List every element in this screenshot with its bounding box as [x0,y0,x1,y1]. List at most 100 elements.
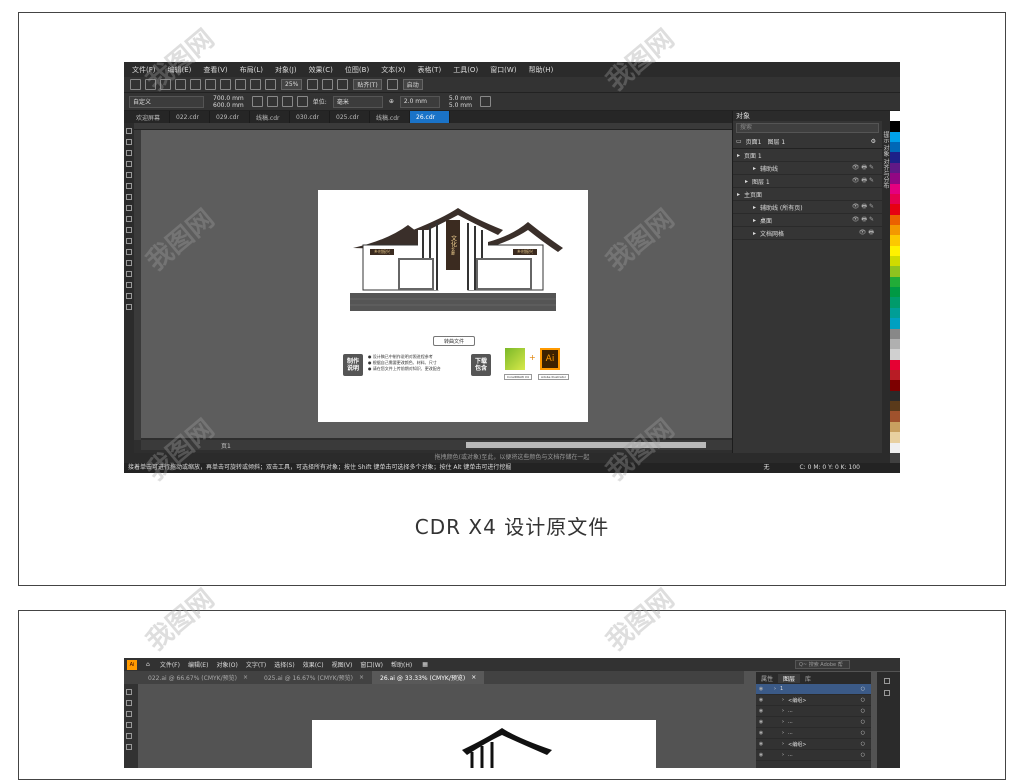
ai-text-tool-icon[interactable] [126,744,132,750]
palette-swatch[interactable] [890,162,900,174]
polygon-tool-icon[interactable] [126,216,132,222]
ai-menu-item[interactable]: 视图(V) [328,660,357,669]
page-preset-select[interactable]: 自定义 [129,95,204,108]
document-tab[interactable]: 26.cdr [410,111,450,123]
curvature-tool-icon[interactable] [126,722,132,728]
menu-item[interactable]: 布局(L) [234,65,269,75]
zoom-level-select[interactable]: 25% [281,79,303,90]
ai-canvas[interactable] [138,684,744,768]
ai-panel-tab[interactable]: 库 [800,674,816,683]
target-circle-icon[interactable]: ○ [861,686,865,692]
fill-tool-icon[interactable] [126,304,132,310]
rectangle-tool-icon[interactable] [126,194,132,200]
expand-arrow-icon[interactable]: › [774,686,776,692]
palette-swatch[interactable] [890,256,900,267]
options-gear-icon[interactable] [386,79,398,90]
settings-gear-icon[interactable]: ⚙ [871,138,876,145]
menu-item[interactable]: 效果(C) [303,65,339,75]
objects-search-input[interactable]: 搜索 [736,123,879,133]
palette-swatch[interactable] [890,380,900,391]
eyedropper-tool-icon[interactable] [126,282,132,288]
ai-document-tab[interactable]: 025.ai @ 16.67% (CMYK/预览) × [256,671,372,684]
close-tab-icon[interactable]: × [243,674,248,681]
duplicate-y-field[interactable]: 5.0 mm [449,102,472,109]
palette-swatch[interactable] [890,359,900,370]
palette-swatch[interactable] [890,224,900,236]
palette-swatch[interactable] [890,245,900,257]
connector-tool-icon[interactable] [126,260,132,266]
workspace-switcher-icon[interactable]: ▦ [422,661,428,668]
cdr-page[interactable]: 文化 长廊 乡村振兴 乡村振兴 转曲文件 制作 说明 ● 设计稿已中制作说明对照… [318,190,588,422]
blend-tool-icon[interactable] [126,271,132,277]
menu-item[interactable]: 文本(X) [375,65,411,75]
launch-select[interactable]: 启动 [402,79,423,90]
document-tab[interactable]: 线稿.cdr [370,111,410,123]
rulers-icon[interactable] [322,79,334,90]
target-circle-icon[interactable]: ○ [861,730,865,736]
palette-swatch[interactable] [890,183,900,194]
object-tree-row[interactable]: ▸ 桌面 👁 🖶 ✎ [733,214,882,227]
ai-help-search-input[interactable]: Q~ 搜索 Adobe 帮 [795,660,850,669]
selection-tool-icon[interactable] [126,689,132,695]
ai-panel-tab[interactable]: 图层 [778,673,801,683]
menu-item[interactable]: 编辑(E) [162,65,198,75]
visibility-eye-icon[interactable]: ◉ [756,697,766,703]
ai-layer-row[interactable]: ◉ ›... ○ [756,717,871,728]
palette-swatch[interactable] [890,287,900,298]
visibility-lock-icons[interactable]: 👁 🖶 ✎ [852,176,874,186]
object-tree-row[interactable]: ▸ 主页面 [733,188,882,201]
undo-icon[interactable] [220,79,231,90]
palette-swatch[interactable] [890,297,900,308]
expand-arrow-icon[interactable]: › [782,741,784,747]
document-tab[interactable]: 030.cdr [290,111,330,123]
table-tool-icon[interactable] [126,238,132,244]
expand-arrow-icon[interactable]: › [782,708,784,714]
close-tab-icon[interactable]: × [471,674,476,681]
palette-swatch[interactable] [890,142,900,153]
palette-swatch[interactable] [890,349,900,360]
visibility-lock-icons[interactable]: 👁 🖶 ✎ [852,163,874,173]
menu-item[interactable]: 工具(O) [447,65,484,75]
expand-arrow-icon[interactable]: ▸ [753,217,756,224]
target-circle-icon[interactable]: ○ [861,741,865,747]
palette-swatch[interactable] [890,338,900,350]
pick-tool-icon[interactable] [126,128,132,134]
target-circle-icon[interactable]: ○ [861,708,865,714]
target-circle-icon[interactable]: ○ [861,719,865,725]
ai-menu-item[interactable]: 效果(C) [299,660,328,669]
ai-layer-row[interactable]: ◉ ›... ○ [756,728,871,739]
menu-item[interactable]: 表格(T) [411,65,447,75]
smart-fill-tool-icon[interactable] [126,183,132,189]
ai-layer-row[interactable]: ◉ ›... ○ [756,706,871,717]
outline-tool-icon[interactable] [126,293,132,299]
new-icon[interactable] [130,79,141,90]
dimension-tool-icon[interactable] [126,249,132,255]
visibility-eye-icon[interactable]: ◉ [756,730,766,736]
visibility-eye-icon[interactable]: ◉ [756,752,766,758]
grid-icon[interactable] [337,79,349,90]
palette-swatch[interactable] [890,318,900,329]
page-width-field[interactable]: 700.0 mm [213,95,244,102]
document-tab[interactable]: 022.cdr [170,111,210,123]
object-tree-row[interactable]: ▸ 文档网格 👁 🖶 [733,227,882,240]
palette-swatch[interactable] [890,307,900,319]
palette-swatch[interactable] [890,276,900,288]
docker-tabs[interactable]: 提示 对象 对齐与分布 [882,111,890,453]
save-icon[interactable] [160,79,171,90]
palette-swatch[interactable] [890,214,900,225]
document-tab[interactable]: 线稿.cdr [250,111,290,123]
pen-tool-icon[interactable] [126,711,132,717]
document-tab[interactable]: 029.cdr [210,111,250,123]
expand-arrow-icon[interactable]: ▸ [737,152,740,159]
current-layer-label[interactable]: 图层 1 [768,137,786,146]
menu-item[interactable]: 位图(B) [339,65,375,75]
document-tab[interactable]: 欢迎屏幕 [130,111,170,123]
ai-document-tab[interactable]: 022.ai @ 66.67% (CMYK/预览) × [140,671,256,684]
layers-icon[interactable] [884,690,890,696]
text-tool-icon[interactable] [126,227,132,233]
visibility-eye-icon[interactable]: ◉ [756,741,766,747]
import-icon[interactable] [250,79,261,90]
expand-arrow-icon[interactable]: › [782,697,784,703]
shape-tool-icon[interactable] [126,139,132,145]
zoom-tool-icon[interactable] [126,161,132,167]
